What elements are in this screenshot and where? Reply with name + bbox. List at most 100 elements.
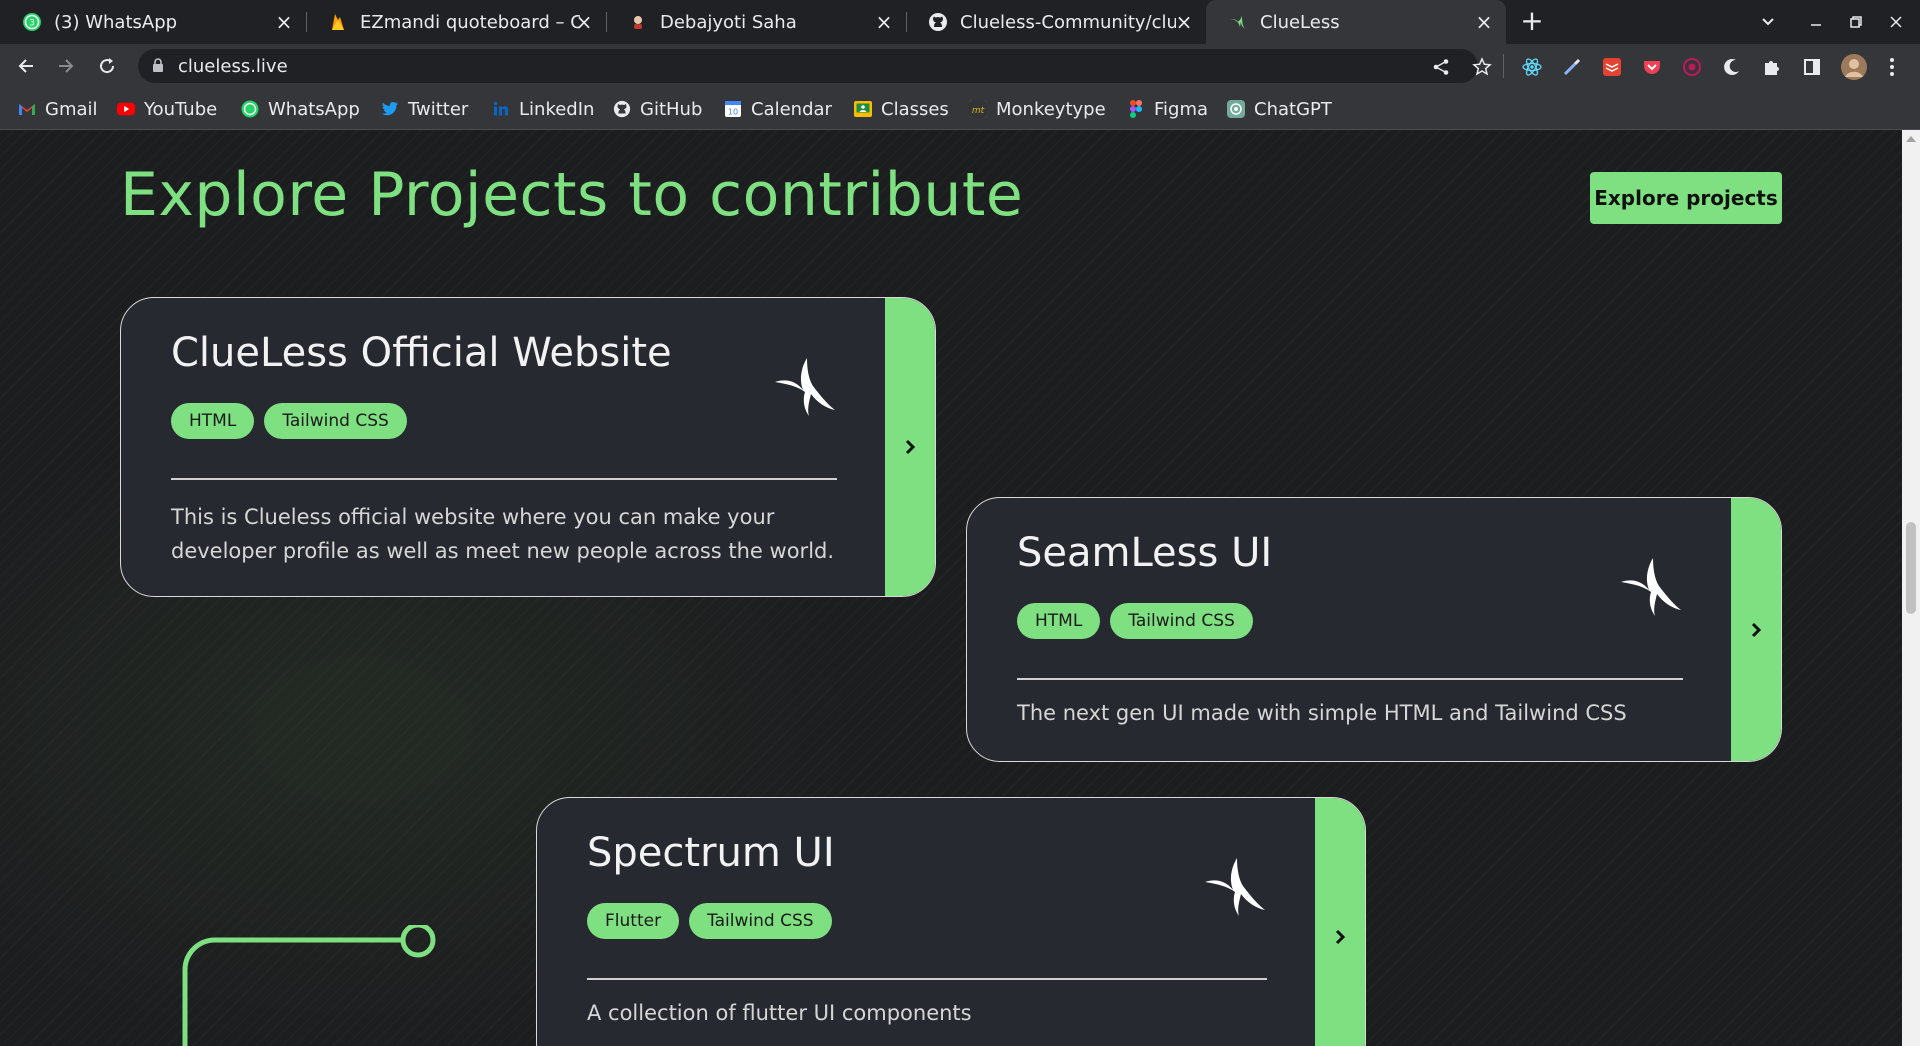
bookmark-whatsapp[interactable]: WhatsApp <box>241 97 360 121</box>
address-bar[interactable]: clueless.live <box>138 49 1492 83</box>
chevron-right-icon <box>905 439 916 455</box>
open-project-button[interactable] <box>1315 798 1365 1046</box>
chevron-right-icon <box>1335 929 1346 945</box>
tab-title: EZmandi quoteboard – Clo <box>360 11 580 33</box>
bookmark-label: Monkeytype <box>996 98 1106 120</box>
minimize-icon[interactable] <box>1796 0 1836 44</box>
clueless-icon <box>1228 12 1248 32</box>
reload-icon[interactable] <box>91 50 123 82</box>
bookmark-label: LinkedIn <box>519 98 595 120</box>
tag: Tailwind CSS <box>1110 603 1253 639</box>
gmail-icon <box>18 100 36 118</box>
project-card-seamless-ui[interactable]: SeamLess UI HTML Tailwind CSS The next g… <box>966 497 1782 762</box>
tab-clueless[interactable]: ClueLess × <box>1206 0 1506 44</box>
color-picker-icon[interactable] <box>1560 55 1584 79</box>
close-tab-icon[interactable]: × <box>574 12 594 32</box>
new-tab-button[interactable]: + <box>1518 7 1546 36</box>
youtube-icon <box>117 100 135 118</box>
project-card-clueless-website[interactable]: ClueLess Official Website HTML Tailwind … <box>120 297 936 597</box>
bookmark-twitter[interactable]: Twitter <box>381 97 468 121</box>
extensions-puzzle-icon[interactable] <box>1760 55 1784 79</box>
project-card-spectrum-ui[interactable]: Spectrum UI Flutter Tailwind CSS A colle… <box>536 797 1366 1046</box>
bookmark-label: YouTube <box>144 98 218 120</box>
todoist-icon[interactable] <box>1600 55 1624 79</box>
share-icon[interactable] <box>1430 56 1452 78</box>
tag-list: HTML Tailwind CSS <box>1017 603 1253 639</box>
divider <box>587 978 1267 980</box>
bookmark-label: Figma <box>1154 98 1209 120</box>
bookmark-figma[interactable]: Figma <box>1127 97 1208 121</box>
open-project-button[interactable] <box>885 298 935 596</box>
tab-title: ClueLess <box>1260 11 1340 33</box>
chatgpt-icon <box>1227 100 1245 118</box>
whatsapp-icon: 3 <box>22 12 42 32</box>
browser-menu-icon[interactable] <box>1880 55 1904 79</box>
tab-search-icon[interactable] <box>1748 0 1788 44</box>
bookmark-label: Twitter <box>408 98 469 120</box>
tab-github[interactable]: Clueless-Community/clue × <box>906 0 1206 44</box>
scroll-up-icon[interactable] <box>1906 136 1916 142</box>
url-text: clueless.live <box>178 56 288 77</box>
figma-icon <box>1127 100 1145 118</box>
tab-title: (3) WhatsApp <box>54 11 178 33</box>
calendar-icon: 10 <box>724 100 742 118</box>
whatsapp-icon <box>241 100 259 118</box>
tab-debajyoti[interactable]: Debajyoti Saha × <box>606 0 906 44</box>
bookmark-star-icon[interactable] <box>1471 56 1493 78</box>
tag: Flutter <box>587 903 680 939</box>
browser-toolbar: clueless.live <box>0 44 1920 88</box>
bookmark-label: Classes <box>881 98 949 120</box>
close-tab-icon[interactable]: × <box>274 12 294 32</box>
bookmark-label: Calendar <box>751 98 832 120</box>
pocket-icon[interactable] <box>1640 55 1664 79</box>
back-icon[interactable] <box>10 50 42 82</box>
close-tab-icon[interactable]: × <box>1174 12 1194 32</box>
bookmark-chatgpt[interactable]: ChatGPT <box>1227 97 1332 121</box>
scrollbar-thumb[interactable] <box>1906 522 1916 614</box>
explore-projects-button[interactable]: Explore projects <box>1590 172 1782 224</box>
firebase-icon <box>328 12 348 32</box>
tab-ezmandi[interactable]: EZmandi quoteboard – Clo × <box>306 0 606 44</box>
svg-text:3: 3 <box>29 19 35 29</box>
tag: HTML <box>1017 603 1101 639</box>
bookmarks-bar: Gmail YouTube WhatsApp Twitter LinkedIn … <box>0 88 1920 130</box>
forward-icon[interactable] <box>50 50 82 82</box>
close-tab-icon[interactable]: × <box>874 12 894 32</box>
project-description: This is Clueless official website where … <box>171 505 835 563</box>
divider <box>171 478 837 480</box>
connector-node-decoration <box>182 925 436 1046</box>
monkeytype-icon: mt <box>969 100 987 118</box>
bookmark-classes[interactable]: Classes <box>854 97 949 121</box>
tag: HTML <box>171 403 255 439</box>
bookmark-label: Gmail <box>45 98 98 120</box>
bookmark-gmail[interactable]: Gmail <box>18 97 98 121</box>
github-icon <box>613 100 631 118</box>
chevron-right-icon <box>1751 622 1762 637</box>
project-title: Spectrum UI <box>587 830 835 876</box>
close-window-icon[interactable] <box>1876 0 1916 44</box>
bookmark-linkedin[interactable]: LinkedIn <box>492 97 594 121</box>
react-devtools-icon[interactable] <box>1520 55 1544 79</box>
restore-icon[interactable] <box>1836 0 1876 44</box>
page-scrollbar[interactable] <box>1902 130 1920 1046</box>
bookmark-monkeytype[interactable]: mt Monkeytype <box>969 97 1106 121</box>
lock-icon[interactable] <box>152 58 164 77</box>
profile-avatar-icon[interactable] <box>1840 53 1868 81</box>
clueless-logo-icon <box>1619 554 1683 622</box>
dark-mode-icon[interactable] <box>1720 55 1744 79</box>
bookmark-github[interactable]: GitHub <box>613 97 702 121</box>
classroom-icon <box>854 100 872 118</box>
open-project-button[interactable] <box>1731 498 1781 761</box>
recording-extension-icon[interactable] <box>1680 55 1704 79</box>
tab-title: Debajyoti Saha <box>660 11 797 33</box>
project-title: SeamLess UI <box>1017 530 1273 576</box>
divider <box>1017 678 1683 680</box>
project-description: The next gen UI made with simple HTML an… <box>1017 701 1627 725</box>
close-tab-icon[interactable]: × <box>1474 12 1494 32</box>
svg-text:10: 10 <box>728 108 738 117</box>
bookmark-youtube[interactable]: YouTube <box>117 97 217 121</box>
tab-whatsapp[interactable]: 3 (3) WhatsApp × <box>0 0 306 44</box>
tag-list: HTML Tailwind CSS <box>171 403 407 439</box>
bookmark-calendar[interactable]: 10 Calendar <box>724 97 832 121</box>
side-panel-icon[interactable] <box>1800 55 1824 79</box>
